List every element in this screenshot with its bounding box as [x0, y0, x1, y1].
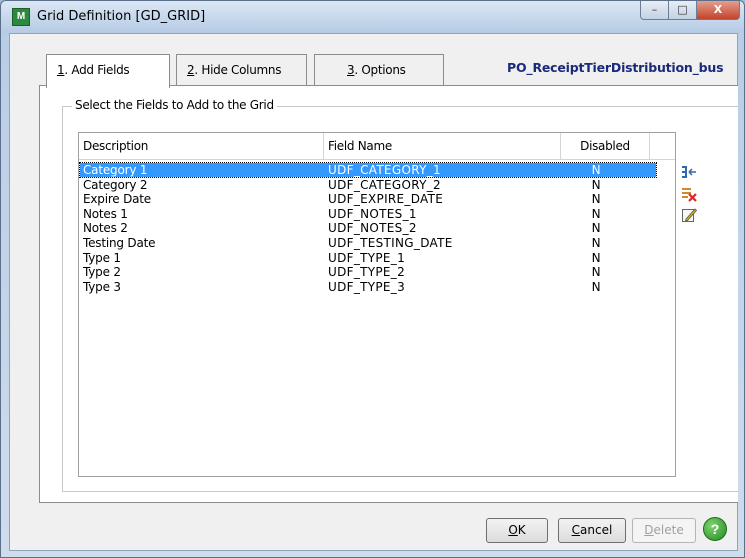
- cell-field-name: UDF_NOTES_1: [328, 206, 417, 221]
- add-fields-panel: Select the Fields to Add to the Grid Des…: [39, 85, 738, 503]
- cell-description: Type 3: [83, 279, 121, 294]
- cell-disabled: N: [591, 163, 601, 177]
- cell-description: Type 2: [83, 265, 121, 280]
- window-title: Grid Definition [GD_GRID]: [37, 9, 206, 24]
- table-row[interactable]: Testing Date UDF_TESTING_DATE N: [80, 236, 656, 250]
- cell-field-name: UDF_TESTING_DATE: [328, 236, 453, 250]
- dialog-client-area: 1. Add Fields 2. Hide Columns 3. Options…: [9, 33, 738, 551]
- cell-field-name: UDF_EXPIRE_DATE: [328, 192, 444, 207]
- cell-field-name: UDF_CATEGORY_2: [328, 177, 441, 192]
- table-row[interactable]: Type 2 UDF_TYPE_2 N: [80, 265, 656, 279]
- cell-disabled: N: [591, 206, 601, 221]
- table-row[interactable]: Category 2 UDF_CATEGORY_2 N: [80, 178, 656, 192]
- cell-disabled: N: [591, 265, 601, 280]
- column-header-description[interactable]: Description: [79, 133, 324, 159]
- title-bar[interactable]: M Grid Definition [GD_GRID] – □ X: [1, 1, 744, 33]
- delete-field-icon[interactable]: [681, 186, 697, 202]
- cell-description: Notes 1: [83, 206, 128, 221]
- fields-grid[interactable]: Description Field Name Disabled Category…: [78, 132, 676, 477]
- cell-disabled: N: [591, 279, 601, 294]
- close-button[interactable]: X: [696, 1, 740, 20]
- table-row[interactable]: Type 1 UDF_TYPE_1 N: [80, 251, 656, 265]
- column-header-disabled[interactable]: Disabled: [561, 133, 650, 159]
- tab-add-fields[interactable]: 1. Add Fields: [46, 54, 170, 88]
- ok-button[interactable]: OK: [486, 518, 548, 543]
- cell-disabled: N: [591, 177, 601, 192]
- minimize-button[interactable]: –: [640, 1, 668, 20]
- grid-definition-window: M Grid Definition [GD_GRID] – □ X 1. Add…: [0, 0, 745, 558]
- tab-hide-columns[interactable]: 2. Hide Columns: [176, 54, 307, 86]
- maximize-button[interactable]: □: [668, 1, 696, 20]
- cell-disabled: N: [591, 192, 601, 207]
- tab-options[interactable]: 3. Options: [314, 54, 444, 86]
- cell-field-name: UDF_TYPE_3: [328, 279, 406, 294]
- add-field-icon[interactable]: [681, 164, 697, 180]
- cell-field-name: UDF_TYPE_1: [328, 250, 406, 265]
- help-button[interactable]: ?: [703, 517, 727, 541]
- cell-field-name: UDF_CATEGORY_1: [328, 163, 441, 177]
- cell-field-name: UDF_TYPE_2: [328, 265, 406, 280]
- table-row[interactable]: Notes 2 UDF_NOTES_2 N: [80, 221, 656, 235]
- table-row[interactable]: Category 1 UDF_CATEGORY_1 N: [79, 162, 657, 178]
- table-row[interactable]: Notes 1 UDF_NOTES_1 N: [80, 207, 656, 221]
- edit-field-icon[interactable]: [681, 207, 698, 223]
- cell-description: Testing Date: [83, 236, 156, 250]
- cell-description: Category 1: [83, 163, 148, 177]
- cell-field-name: UDF_NOTES_2: [328, 221, 417, 236]
- cell-description: Expire Date: [83, 192, 151, 207]
- cell-description: Notes 2: [83, 221, 128, 236]
- delete-button[interactable]: Delete: [632, 518, 696, 543]
- app-icon: M: [12, 8, 30, 26]
- cancel-button[interactable]: Cancel: [558, 518, 626, 543]
- cell-disabled: N: [591, 236, 601, 250]
- caption-buttons: – □ X: [640, 1, 740, 21]
- cell-disabled: N: [591, 221, 601, 236]
- cell-description: Type 1: [83, 250, 121, 265]
- cell-disabled: N: [591, 250, 601, 265]
- group-label: Select the Fields to Add to the Grid: [72, 98, 277, 112]
- table-row[interactable]: Type 3 UDF_TYPE_3 N: [80, 280, 656, 294]
- table-row[interactable]: Expire Date UDF_EXPIRE_DATE N: [80, 192, 656, 206]
- column-header-field-name[interactable]: Field Name: [324, 133, 561, 159]
- cell-description: Category 2: [83, 177, 148, 192]
- grid-header: Description Field Name Disabled: [79, 133, 675, 160]
- business-object-name: PO_ReceiptTierDistribution_bus: [507, 60, 724, 75]
